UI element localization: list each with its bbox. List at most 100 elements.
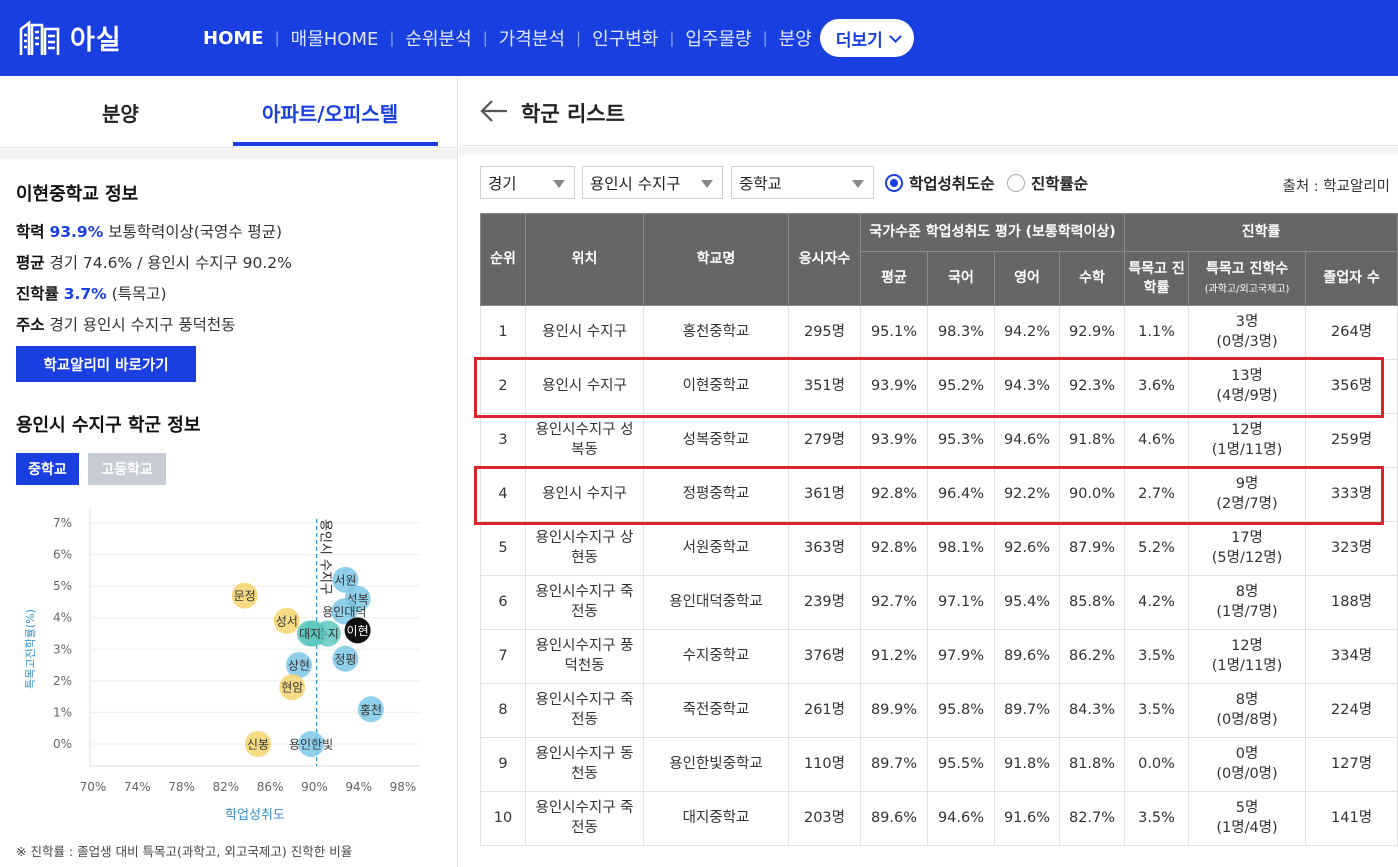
dropdown-arrow-icon xyxy=(553,180,565,188)
cell-school: 서원중학교 xyxy=(643,521,789,576)
cell-korean: 98.3% xyxy=(927,305,995,360)
more-button[interactable]: 더보기 xyxy=(819,19,914,57)
level-high-school-button[interactable]: 고등학교 xyxy=(88,453,166,485)
x-tick-label: 82% xyxy=(213,780,240,794)
sort-advance-radio[interactable]: 진학률순 xyxy=(1007,172,1088,194)
nav-separator: | xyxy=(762,29,768,47)
cell-location: 용인시수지구 죽전동 xyxy=(525,791,644,846)
achievement-line: 학력 93.9% 보통학력이상(국영수 평균) xyxy=(16,220,282,242)
advance-count-total: 12명 xyxy=(1231,421,1263,438)
cell-location: 용인시수지구 풍덕천동 xyxy=(525,629,644,684)
col-test-takers: 응시자수 xyxy=(788,213,861,306)
cell-english: 94.6% xyxy=(994,413,1060,468)
advance-count-total: 5명 xyxy=(1235,799,1259,816)
cell-graduates: 224명 xyxy=(1305,683,1398,738)
table-row[interactable]: 6 용인시수지구 죽전동 용인대덕중학교 239명 92.7% 97.1% 95.4% 85.… xyxy=(480,575,1398,630)
school-level-select[interactable]: 중학교 xyxy=(731,166,874,199)
district-select[interactable]: 용인시 수지구 xyxy=(582,166,723,199)
cell-advance-rate: 4.2% xyxy=(1124,575,1190,630)
y-tick-label: 4% xyxy=(53,611,72,625)
cell-test-takers: 239명 xyxy=(788,575,861,630)
nav-separator: | xyxy=(482,29,488,47)
y-tick-label: 1% xyxy=(53,705,72,719)
table-row[interactable]: 1 용인시 수지구 홍천중학교 295명 95.1% 98.3% 94.2% 92.9% 1.1… xyxy=(480,305,1398,360)
table-row[interactable]: 10 용인시수지구 죽전동 대지중학교 203명 89.6% 94.6% 91.6% 82.7… xyxy=(480,791,1398,846)
y-tick-label: 6% xyxy=(53,548,72,562)
y-tick-label: 3% xyxy=(53,642,72,656)
cell-test-takers: 295명 xyxy=(788,305,861,360)
cell-graduates: 188명 xyxy=(1305,575,1398,630)
nav-item-property-home[interactable]: 매물HOME xyxy=(291,25,379,51)
achievement-desc: 보통학력이상(국영수 평균) xyxy=(108,223,283,241)
school-alimi-link-button[interactable]: 학교알리미 바로가기 xyxy=(16,346,196,382)
advance-count-breakdown: (0명/8명) xyxy=(1216,711,1278,728)
highlight-box-row-4 xyxy=(474,466,1384,525)
cell-math: 81.8% xyxy=(1058,737,1126,792)
table-row[interactable]: 8 용인시수지구 죽전동 죽전중학교 261명 89.9% 95.8% 89.7% 84.3%… xyxy=(480,683,1398,738)
advance-count-total: 0명 xyxy=(1235,745,1259,762)
logo-buildings-icon xyxy=(19,19,60,55)
cell-advance-count: 12명 (1명/11명) xyxy=(1188,629,1307,684)
nav-item-supply[interactable]: 입주물량 xyxy=(685,25,751,51)
cell-english: 91.6% xyxy=(994,791,1060,846)
x-tick-label: 86% xyxy=(257,780,284,794)
cell-graduates: 141명 xyxy=(1305,791,1398,846)
table-row[interactable]: 5 용인시수지구 상현동 서원중학교 363명 92.8% 98.1% 92.6% 87.9%… xyxy=(480,521,1398,576)
cell-advance-rate: 3.5% xyxy=(1124,629,1190,684)
cell-average: 92.7% xyxy=(860,575,928,630)
tab-presale[interactable]: 분양 xyxy=(102,98,139,127)
region-select[interactable]: 경기 xyxy=(480,166,575,199)
nav-item-population[interactable]: 인구변화 xyxy=(592,25,658,51)
table-row[interactable]: 9 용인시수지구 동천동 용인한빛중학교 110명 89.7% 95.5% 91.8% 81.… xyxy=(480,737,1398,792)
nav-item-price[interactable]: 가격분석 xyxy=(499,25,565,51)
source-label: 출처 : 학교알리미 xyxy=(1282,179,1390,195)
average-line: 평균 경기 74.6% / 용인시 수지구 90.2% xyxy=(16,251,292,273)
cell-average: 89.9% xyxy=(860,683,928,738)
cell-korean: 95.3% xyxy=(927,413,995,468)
logo[interactable]: 아실 xyxy=(18,18,122,57)
table-row[interactable]: 3 용인시수지구 성복동 성복중학교 279명 93.9% 95.3% 94.6% 91.8%… xyxy=(480,413,1398,468)
cell-english: 89.6% xyxy=(994,629,1060,684)
nav-item-ranking[interactable]: 순위분석 xyxy=(405,25,471,51)
right-panel: 학군 리스트 경기 용인시 수지구 중학교 학업성취도순 진학률순 출처 : 학… xyxy=(459,76,1398,867)
cell-advance-rate: 0.0% xyxy=(1124,737,1190,792)
achievement-value: 93.9% xyxy=(49,223,104,241)
y-tick-label: 5% xyxy=(53,579,72,593)
y-axis-label: 특목고진학률(%) xyxy=(24,609,37,689)
data-point-label: 성서 xyxy=(276,614,298,628)
data-point-label: 대지 xyxy=(299,627,321,641)
col-advance-count: 특목고 진학수 (과학고/외고국제고) xyxy=(1188,251,1307,306)
radio-selected-icon xyxy=(885,174,903,192)
tab-apartment-officetel[interactable]: 아파트/오피스텔 xyxy=(262,98,398,127)
nav-item-presale[interactable]: 분양 xyxy=(779,25,812,51)
cell-advance-count: 12명 (1명/11명) xyxy=(1188,413,1307,468)
cell-advance-rate: 5.2% xyxy=(1124,521,1190,576)
cell-korean: 97.1% xyxy=(927,575,995,630)
y-tick-label: 7% xyxy=(53,516,72,530)
cell-graduates: 259명 xyxy=(1305,413,1398,468)
address-label: 주소 xyxy=(16,316,45,334)
nav-item-home[interactable]: HOME xyxy=(203,28,264,49)
back-arrow-icon[interactable] xyxy=(479,98,509,124)
sort-achievement-radio[interactable]: 학업성취도순 xyxy=(885,172,995,194)
section-divider xyxy=(0,149,457,159)
cell-school: 수지중학교 xyxy=(643,629,789,684)
x-tick-label: 78% xyxy=(168,780,195,794)
col-graduates: 졸업자 수 xyxy=(1305,251,1398,306)
level-middle-school-button[interactable]: 중학교 xyxy=(16,453,79,485)
section-divider xyxy=(459,147,1398,155)
school-table: 순위 위치 학교명 응시자수 국가수준 학업성취도 평가 (보통학력이상) 진학… xyxy=(480,213,1398,846)
advance-count-total: 12명 xyxy=(1231,637,1263,654)
data-point-label: 이현 xyxy=(347,624,369,638)
cell-advance-rate: 4.6% xyxy=(1124,413,1190,468)
cell-graduates: 264명 xyxy=(1305,305,1398,360)
table-row[interactable]: 7 용인시수지구 풍덕천동 수지중학교 376명 91.2% 97.9% 89.6% 86.2… xyxy=(480,629,1398,684)
cell-advance-count: 8명 (0명/8명) xyxy=(1188,683,1307,738)
col-group-advance: 진학률 xyxy=(1124,213,1398,252)
data-point-label: 상현 xyxy=(288,659,310,673)
data-point-label: 현암 xyxy=(281,681,303,695)
data-point-label: 홍천 xyxy=(360,702,382,717)
data-point-label: 신봉 xyxy=(247,738,269,752)
dropdown-arrow-icon xyxy=(852,180,864,188)
chevron-down-icon xyxy=(888,29,902,43)
